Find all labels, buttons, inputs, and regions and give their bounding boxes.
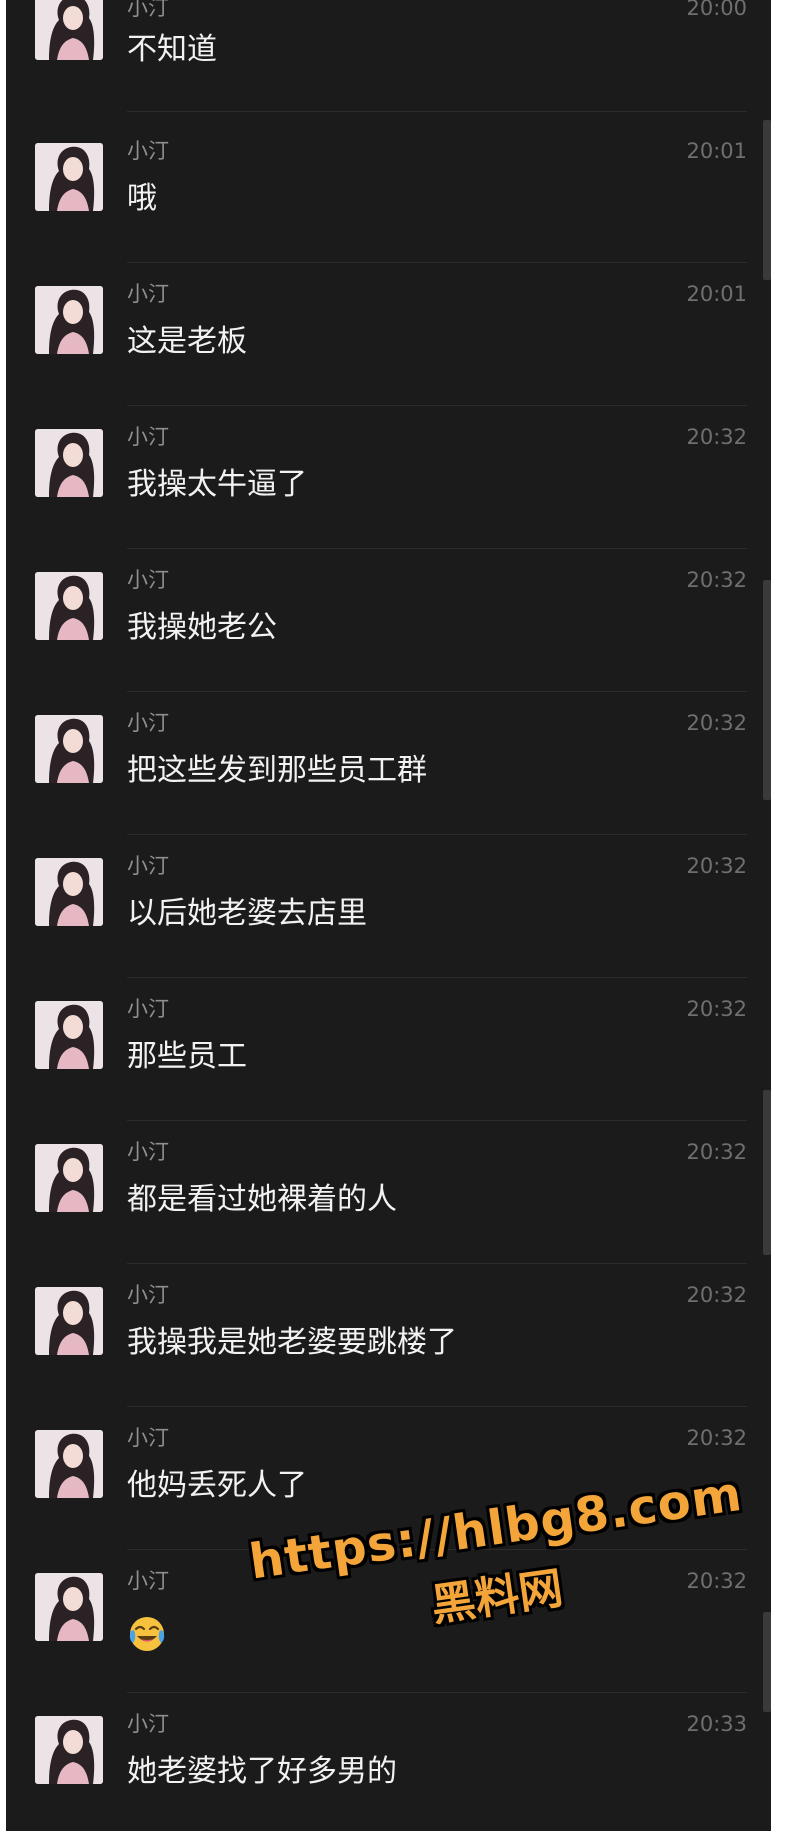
- message-text[interactable]: 我操她老公: [127, 608, 277, 648]
- message-time: 20:32: [686, 425, 747, 449]
- divider: [127, 1406, 747, 1407]
- message-row[interactable]: 小汀 20:32: [6, 1569, 771, 1716]
- avatar[interactable]: [35, 429, 103, 497]
- avatar[interactable]: [35, 1573, 103, 1641]
- message-text[interactable]: 以后她老婆去店里: [127, 894, 367, 934]
- message-row[interactable]: 小汀 20:32 他妈丢死人了: [6, 1426, 771, 1573]
- avatar[interactable]: [35, 858, 103, 926]
- message-time: 20:32: [686, 568, 747, 592]
- divider: [127, 1120, 747, 1121]
- avatar[interactable]: [35, 1144, 103, 1212]
- avatar[interactable]: [35, 715, 103, 783]
- message-row[interactable]: 小汀 20:32 把这些发到那些员工群: [6, 711, 771, 858]
- scrollbar-thumb[interactable]: [763, 1090, 771, 1255]
- divider: [127, 691, 747, 692]
- message-time: 20:33: [686, 1712, 747, 1736]
- sender-name: 小汀: [127, 1283, 169, 1307]
- message-row[interactable]: 小汀 20:32 那些员工: [6, 997, 771, 1144]
- message-row[interactable]: 小汀 20:01 这是老板: [6, 282, 771, 429]
- sender-name: 小汀: [127, 282, 169, 306]
- divider: [127, 111, 747, 112]
- scrollbar-thumb[interactable]: [763, 1612, 771, 1712]
- divider: [127, 548, 747, 549]
- sender-name: 小汀: [127, 1426, 169, 1450]
- sender-name: 小汀: [127, 997, 169, 1021]
- message-row[interactable]: 小汀 20:32 我操太牛逼了: [6, 425, 771, 572]
- message-time: 20:32: [686, 1283, 747, 1307]
- message-time: 20:32: [686, 711, 747, 735]
- divider: [127, 1692, 747, 1693]
- avatar[interactable]: [35, 572, 103, 640]
- crying-laughing-emoji-icon[interactable]: [127, 1613, 167, 1653]
- sender-name: 小汀: [127, 1140, 169, 1164]
- sender-name: 小汀: [127, 1712, 169, 1736]
- sender-name: 小汀: [127, 0, 169, 20]
- sender-name: 小汀: [127, 568, 169, 592]
- message-time: 20:32: [686, 1426, 747, 1450]
- scrollbar-thumb[interactable]: [763, 120, 771, 280]
- divider: [127, 1549, 747, 1550]
- message-time: 20:00: [686, 0, 747, 20]
- message-row[interactable]: 小汀 20:01 哦: [6, 139, 771, 286]
- message-time: 20:32: [686, 1140, 747, 1164]
- divider: [127, 1263, 747, 1264]
- avatar[interactable]: [35, 286, 103, 354]
- avatar[interactable]: [35, 1430, 103, 1498]
- divider: [127, 405, 747, 406]
- message-text[interactable]: 我操我是她老婆要跳楼了: [127, 1323, 457, 1363]
- sender-name: 小汀: [127, 854, 169, 878]
- message-text[interactable]: 哦: [127, 179, 157, 219]
- sender-name: 小汀: [127, 711, 169, 735]
- divider: [127, 977, 747, 978]
- message-time: 20:01: [686, 139, 747, 163]
- sender-name: 小汀: [127, 425, 169, 449]
- chat-history-panel[interactable]: 小汀 20:00 不知道 小汀 20:01 哦 小汀 20:01 这是老板 小汀…: [6, 0, 771, 1831]
- message-row[interactable]: 小汀 20:32 以后她老婆去店里: [6, 854, 771, 1001]
- message-time: 20:32: [686, 997, 747, 1021]
- message-text[interactable]: 都是看过她裸着的人: [127, 1180, 397, 1220]
- message-row[interactable]: 小汀 20:00 不知道: [6, 0, 771, 143]
- divider: [127, 834, 747, 835]
- message-text[interactable]: 把这些发到那些员工群: [127, 751, 427, 791]
- message-row[interactable]: 小汀 20:32 都是看过她裸着的人: [6, 1140, 771, 1287]
- message-time: 20:32: [686, 1569, 747, 1593]
- message-row[interactable]: 小汀 20:32 我操她老公: [6, 568, 771, 715]
- message-row[interactable]: 小汀 20:33 她老婆找了好多男的: [6, 1712, 771, 1831]
- scrollbar-thumb[interactable]: [763, 580, 771, 800]
- avatar[interactable]: [35, 0, 103, 60]
- message-text[interactable]: 不知道: [127, 30, 217, 70]
- message-text[interactable]: 这是老板: [127, 322, 247, 362]
- avatar[interactable]: [35, 1287, 103, 1355]
- sender-name: 小汀: [127, 1569, 169, 1593]
- message-text[interactable]: 她老婆找了好多男的: [127, 1752, 397, 1792]
- message-time: 20:32: [686, 854, 747, 878]
- message-text[interactable]: 我操太牛逼了: [127, 465, 307, 505]
- divider: [127, 262, 747, 263]
- avatar[interactable]: [35, 1001, 103, 1069]
- message-text[interactable]: 他妈丢死人了: [127, 1466, 307, 1506]
- avatar[interactable]: [35, 143, 103, 211]
- sender-name: 小汀: [127, 139, 169, 163]
- avatar[interactable]: [35, 1716, 103, 1784]
- message-time: 20:01: [686, 282, 747, 306]
- message-text[interactable]: 那些员工: [127, 1037, 247, 1077]
- message-row[interactable]: 小汀 20:32 我操我是她老婆要跳楼了: [6, 1283, 771, 1430]
